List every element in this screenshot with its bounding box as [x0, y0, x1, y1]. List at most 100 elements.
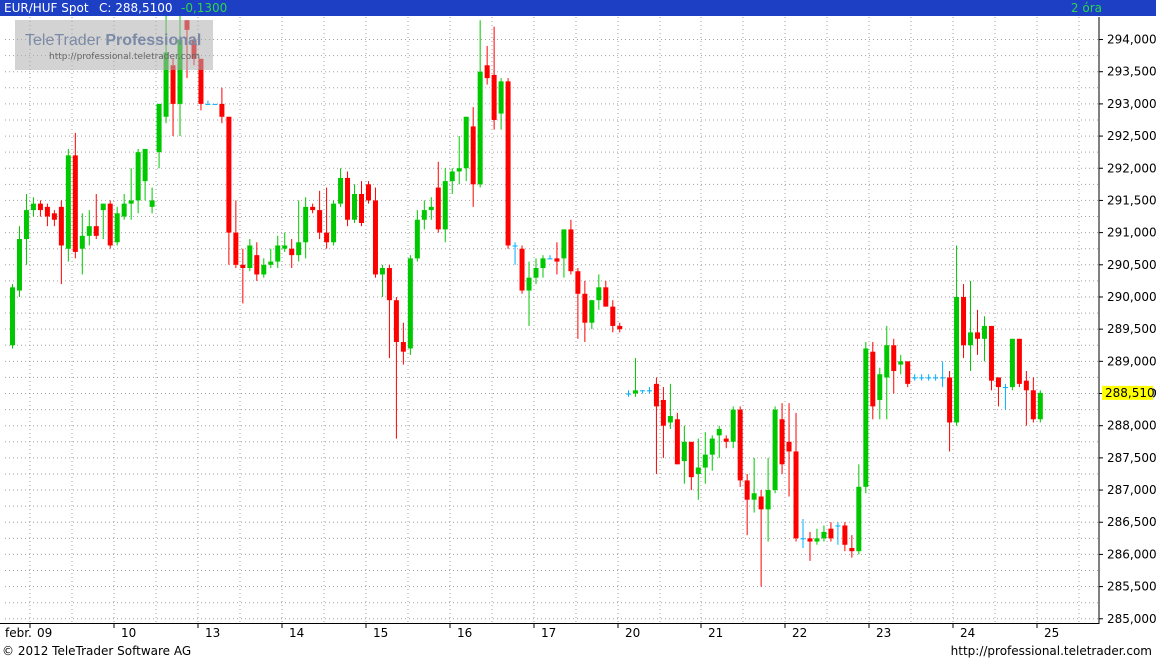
candle-body — [135, 152, 141, 201]
candle-body — [107, 203, 113, 246]
candle-body — [968, 332, 974, 346]
candle-body — [331, 203, 337, 243]
candle-body — [477, 71, 483, 185]
candle-body — [219, 103, 225, 117]
candle-body — [988, 325, 994, 381]
candle-body — [226, 116, 232, 233]
price-tick-label: 286,5000 — [1107, 515, 1156, 529]
price-tick-label: 285,0000 — [1107, 612, 1156, 626]
candle-body — [212, 103, 218, 105]
candle-body — [338, 177, 344, 204]
candle-body — [275, 245, 281, 262]
candle-body — [72, 155, 78, 252]
candle-body — [114, 213, 120, 243]
candle-body — [233, 232, 239, 265]
price-tick-label: 291,5000 — [1107, 193, 1156, 207]
candlestick-chart[interactable]: 294,0000 293,5000 293,0000 292,5000 292,0000… — [0, 16, 1156, 643]
candle-body — [947, 377, 953, 423]
candle-body — [842, 525, 848, 545]
candle-body — [540, 258, 546, 269]
candle-body — [905, 361, 911, 384]
candle-body — [428, 206, 434, 211]
candle-body — [582, 293, 588, 323]
symbol-label: EUR/HUF Spot — [4, 1, 89, 15]
candle-body — [142, 148, 148, 182]
candle-body — [407, 258, 413, 349]
candle-body — [589, 300, 595, 323]
teletrader-watermark: TeleTrader Professional http://professio… — [15, 20, 213, 70]
candle-body — [1030, 390, 1036, 420]
candle-body — [442, 181, 448, 230]
candle-body — [646, 390, 652, 392]
candle-body — [758, 496, 764, 510]
candle-body — [533, 268, 539, 278]
candle-body — [526, 277, 532, 291]
candle-body — [660, 399, 666, 426]
price-tick-label: 292,5000 — [1107, 129, 1156, 143]
candle-body — [205, 103, 211, 105]
candle — [519, 245, 525, 294]
candle-body — [435, 187, 441, 230]
candle-body — [247, 245, 253, 269]
time-tick-label: 15 — [373, 626, 388, 640]
candle-body — [981, 325, 987, 339]
footer-url[interactable]: http://professional.teletrader.com — [951, 643, 1152, 659]
candle — [905, 361, 911, 388]
candle-body — [961, 296, 967, 346]
candle-body — [505, 81, 511, 246]
price-tick-label: 289,5000 — [1107, 322, 1156, 336]
candle-body — [877, 374, 883, 400]
candle — [65, 148, 71, 262]
candle-body — [737, 409, 743, 481]
candle-body — [772, 409, 778, 491]
price-tick-label: 287,5000 — [1107, 451, 1156, 465]
price-tick-label: 289,0000 — [1107, 354, 1156, 368]
candle — [372, 187, 378, 278]
time-tick-label: 13 — [205, 626, 220, 640]
candle-body — [779, 419, 785, 465]
candle-body — [835, 525, 841, 527]
price-tick-label: 288,0000 — [1107, 419, 1156, 433]
candle-body — [702, 454, 708, 468]
candle — [365, 181, 371, 204]
copyright-text: © 2012 TeleTrader Software AG — [2, 644, 192, 658]
period-label[interactable]: 2 óra — [1071, 0, 1102, 16]
time-tick-label: 16 — [457, 626, 472, 640]
candle-body — [610, 306, 616, 326]
candle-body — [674, 419, 680, 465]
candle-body — [345, 177, 351, 220]
candle — [10, 284, 15, 349]
time-tick-label: 21 — [708, 626, 723, 640]
candle-body — [100, 203, 106, 211]
candle-body — [317, 210, 323, 233]
candle-body — [639, 390, 645, 392]
time-tick-label: 17 — [541, 626, 556, 640]
candle-body — [1016, 338, 1022, 384]
candle-body — [414, 219, 420, 259]
candle-body — [786, 441, 792, 452]
candle-body — [603, 287, 609, 307]
price-tick-label: 292,0000 — [1107, 161, 1156, 175]
price-tick-label: 294,0000 — [1107, 33, 1156, 47]
candle-body — [463, 116, 469, 169]
candle-body — [912, 377, 918, 379]
candle-body — [933, 377, 939, 379]
candle-body — [484, 65, 490, 79]
candle-body — [498, 81, 504, 114]
price-tick-label: 290,5000 — [1107, 258, 1156, 272]
candle-body — [240, 264, 246, 269]
candle-body — [975, 332, 980, 339]
time-tick-label: 10 — [121, 626, 136, 640]
time-tick-label: 23 — [876, 626, 891, 640]
candle-body — [632, 390, 638, 394]
candle-body — [421, 210, 427, 220]
candle-body — [512, 245, 518, 247]
candle-body — [65, 155, 71, 249]
candle-body — [23, 210, 29, 240]
candle-body — [16, 239, 22, 291]
candle-body — [561, 229, 567, 259]
price-tick-label: 286,0000 — [1107, 547, 1156, 561]
candle-body — [954, 296, 960, 423]
price-tick-label: 285,5000 — [1107, 580, 1156, 594]
candle-body — [393, 300, 399, 343]
